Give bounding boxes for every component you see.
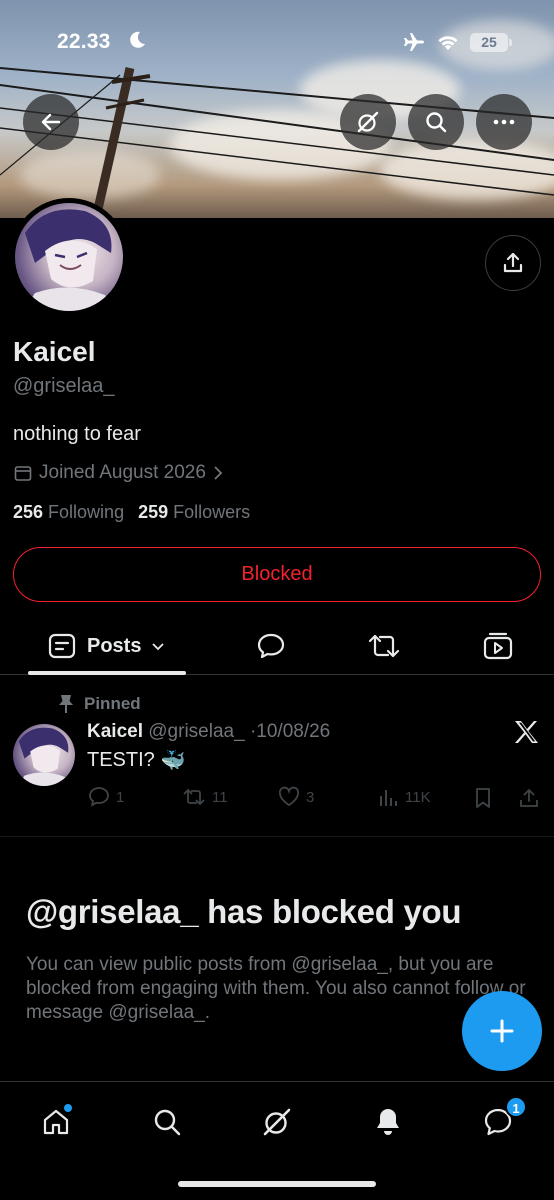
profile-handle: @griselaa_ [13,375,115,397]
like-action[interactable]: 3 [278,786,314,808]
battery-indicator: 25 [470,32,512,52]
heart-icon [278,786,300,807]
nav-grok[interactable] [257,1102,297,1142]
grok-icon [263,1108,291,1136]
back-button[interactable] [23,94,79,150]
post-avatar[interactable] [13,724,75,786]
post-header: Kaicel @griselaa_ ·10/08/26 [87,721,330,743]
x-logo-icon[interactable] [513,720,539,744]
moon-icon [130,31,145,48]
section-divider [0,836,554,837]
like-count: 3 [306,788,315,806]
profile-tabs: Posts [0,617,554,675]
followers-count: 259 [138,502,169,522]
views-action[interactable]: 11K [377,786,431,808]
pinned-label: Pinned [58,694,141,714]
nav-search[interactable] [147,1102,187,1142]
grok-button[interactable] [340,94,396,150]
following-label: Following [48,502,125,522]
tab-media[interactable] [482,630,514,662]
grok-icon [357,111,379,133]
chevron-down-icon [152,643,165,651]
reply-icon [89,787,109,807]
search-icon [154,1109,181,1136]
joined-text: Joined August 2026 [39,462,206,483]
post-text: TESTI? [87,749,155,771]
repost-count: 11 [212,788,228,806]
bell-icon [377,1109,399,1135]
post-date[interactable]: 10/08/26 [256,721,330,742]
repost-icon [183,788,205,806]
share-profile-button[interactable] [485,235,541,291]
tab-replies[interactable] [255,630,287,662]
airplane-icon [404,33,424,51]
tab-posts[interactable]: Posts [47,631,165,661]
messages-badge: 1 [505,1096,527,1118]
tab-reposts[interactable] [367,630,401,662]
plus-icon [490,1019,514,1043]
following-link[interactable]: 256 Following [13,502,124,523]
followers-link[interactable]: 259 Followers [138,502,250,523]
profile-avatar[interactable] [10,198,128,316]
bookmark-icon[interactable] [473,787,493,809]
chevron-right-icon [214,466,223,480]
reply-count: 1 [116,788,125,806]
avatar-illustration [23,209,115,311]
more-horizontal-icon [493,119,515,125]
more-options-button[interactable] [476,94,532,150]
follow-stats: 256 Following 259 Followers [13,502,250,523]
joined-date[interactable]: Joined August 2026 [13,462,224,484]
active-tab-indicator [28,671,186,675]
post-body[interactable]: TESTI? 🐳 [87,748,186,773]
home-indicator[interactable] [178,1181,376,1187]
pinned-text: Pinned [84,694,141,713]
arrow-left-icon [41,113,61,131]
compose-post-button[interactable] [462,991,542,1071]
nav-notifications[interactable] [368,1102,408,1142]
profile-bio: nothing to fear [13,423,141,445]
whale-emoji: 🐳 [160,750,186,772]
share-icon [503,252,523,273]
blocked-notice-description: You can view public posts from @griselaa… [26,954,526,1023]
post-avatar-illustration [17,727,71,786]
status-bar: 22.33 25 [0,22,554,62]
followers-label: Followers [173,502,251,522]
tab-posts-label: Posts [87,634,142,657]
post-author-handle[interactable]: @griselaa_ [148,721,244,742]
nav-home[interactable] [36,1102,76,1142]
analytics-icon [380,790,397,806]
views-count: 11K [405,788,431,806]
profile-name: Kaicel [13,336,96,367]
search-icon [426,112,447,133]
posts-icon [48,633,76,659]
post-actions: 1 11 3 11K [88,786,540,812]
repost-action[interactable]: 11 [182,786,228,808]
pin-icon [59,695,73,713]
post-author-name[interactable]: Kaicel [87,721,143,742]
search-button[interactable] [408,94,464,150]
post-share-icon[interactable] [518,787,540,809]
following-count: 256 [13,502,44,522]
status-time: 22.33 [57,30,111,53]
reply-action[interactable]: 1 [88,786,124,808]
blocked-button[interactable]: Blocked [13,547,541,602]
home-notification-dot [64,1104,72,1112]
wifi-icon [438,36,458,50]
blocked-notice-title: @griselaa_ has blocked you [26,893,462,930]
calendar-icon [14,466,32,481]
